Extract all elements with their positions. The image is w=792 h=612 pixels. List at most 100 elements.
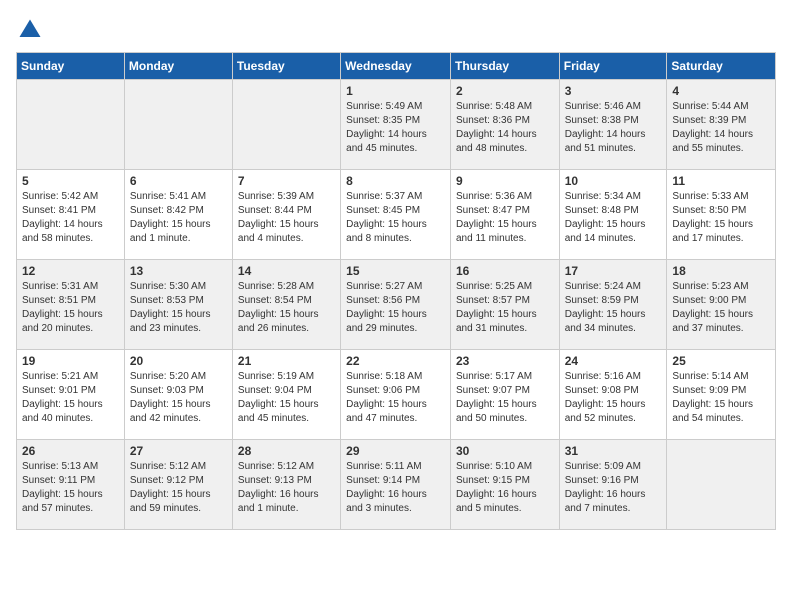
logo-icon <box>16 16 44 44</box>
table-row: 13Sunrise: 5:30 AM Sunset: 8:53 PM Dayli… <box>124 260 232 350</box>
table-row: 20 Sunrise: 5:20 AM Sunset: 9:03 PM Dayli… <box>124 350 232 440</box>
table-row: 30 Sunrise: 5:10 AM Sunset: 9:15 PM Dayli… <box>450 440 559 530</box>
day-content: Sunrise: 5:21 AM Sunset: 9:01 PM Dayligh… <box>22 370 119 426</box>
day-number: 26 <box>22 444 119 458</box>
table-row: 16 Sunrise: 5:25 AM Sunset: 8:57 PM Dayli… <box>450 260 559 350</box>
calendar-table: SundayMondayTuesdayWednesdayThursdayFrid… <box>16 52 776 530</box>
table-row: 18 Sunrise: 5:23 AM Sunset: 9:00 PM Dayli… <box>667 260 776 350</box>
weekday-header-row: SundayMondayTuesdayWednesdayThursdayFrid… <box>17 53 776 80</box>
table-row: 31 Sunrise: 5:09 AM Sunset: 9:16 PM Dayli… <box>559 440 667 530</box>
day-content: Sunrise: 5:28 AM Sunset: 8:54 PM Dayligh… <box>238 280 335 336</box>
day-number: 11 <box>672 174 770 188</box>
day-content: Sunrise: 5:09 AM Sunset: 9:16 PM Dayligh… <box>565 460 662 516</box>
calendar-week-5: 26 Sunrise: 5:13 AM Sunset: 9:11 PM Dayli… <box>17 440 776 530</box>
day-number: 10 <box>565 174 662 188</box>
table-row: 11Sunrise: 5:33 AM Sunset: 8:50 PM Dayli… <box>667 170 776 260</box>
day-number: 6 <box>130 174 227 188</box>
day-content: Sunrise: 5:12 AM Sunset: 9:12 PM Dayligh… <box>130 460 227 516</box>
table-row: 19 Sunrise: 5:21 AM Sunset: 9:01 PM Dayli… <box>17 350 125 440</box>
day-content: Sunrise: 5:14 AM Sunset: 9:09 PM Dayligh… <box>672 370 770 426</box>
day-content: Sunrise: 5:17 AM Sunset: 9:07 PM Dayligh… <box>456 370 554 426</box>
day-number: 31 <box>565 444 662 458</box>
day-content: Sunrise: 5:19 AM Sunset: 9:04 PM Dayligh… <box>238 370 335 426</box>
day-number: 14 <box>238 264 335 278</box>
day-number: 19 <box>22 354 119 368</box>
table-row: 15 Sunrise: 5:27 AM Sunset: 8:56 PM Dayli… <box>341 260 451 350</box>
calendar-week-3: 12 Sunrise: 5:31 AM Sunset: 8:51 PM Dayli… <box>17 260 776 350</box>
day-number: 23 <box>456 354 554 368</box>
day-number: 20 <box>130 354 227 368</box>
day-content: Sunrise: 5:39 AM Sunset: 8:44 PM Dayligh… <box>238 190 335 246</box>
day-number: 18 <box>672 264 770 278</box>
day-number: 25 <box>672 354 770 368</box>
day-content: Sunrise: 5:34 AM Sunset: 8:48 PM Dayligh… <box>565 190 662 246</box>
day-content: Sunrise: 5:12 AM Sunset: 9:13 PM Dayligh… <box>238 460 335 516</box>
day-content: Sunrise: 5:23 AM Sunset: 9:00 PM Dayligh… <box>672 280 770 336</box>
table-row: 10 Sunrise: 5:34 AM Sunset: 8:48 PM Dayli… <box>559 170 667 260</box>
day-content: Sunrise: 5:44 AM Sunset: 8:39 PM Dayligh… <box>672 100 770 156</box>
day-number: 5 <box>22 174 119 188</box>
table-row: 5 Sunrise: 5:42 AM Sunset: 8:41 PM Daylig… <box>17 170 125 260</box>
table-row: 25 Sunrise: 5:14 AM Sunset: 9:09 PM Dayli… <box>667 350 776 440</box>
weekday-header-monday: Monday <box>124 53 232 80</box>
day-content: Sunrise: 5:20 AM Sunset: 9:03 PM Dayligh… <box>130 370 227 426</box>
table-row: 4Sunrise: 5:44 AM Sunset: 8:39 PM Daylig… <box>667 80 776 170</box>
table-row: 14 Sunrise: 5:28 AM Sunset: 8:54 PM Dayli… <box>232 260 340 350</box>
table-row: 7 Sunrise: 5:39 AM Sunset: 8:44 PM Daylig… <box>232 170 340 260</box>
day-content: Sunrise: 5:48 AM Sunset: 8:36 PM Dayligh… <box>456 100 554 156</box>
table-row: 1 Sunrise: 5:49 AM Sunset: 8:35 PM Daylig… <box>341 80 451 170</box>
day-content: Sunrise: 5:41 AM Sunset: 8:42 PM Dayligh… <box>130 190 227 246</box>
table-row: 26 Sunrise: 5:13 AM Sunset: 9:11 PM Dayli… <box>17 440 125 530</box>
weekday-header-sunday: Sunday <box>17 53 125 80</box>
table-row: 17Sunrise: 5:24 AM Sunset: 8:59 PM Dayli… <box>559 260 667 350</box>
logo <box>16 16 48 44</box>
day-content: Sunrise: 5:25 AM Sunset: 8:57 PM Dayligh… <box>456 280 554 336</box>
day-content: Sunrise: 5:37 AM Sunset: 8:45 PM Dayligh… <box>346 190 445 246</box>
day-number: 1 <box>346 84 445 98</box>
day-content: Sunrise: 5:36 AM Sunset: 8:47 PM Dayligh… <box>456 190 554 246</box>
calendar-week-2: 5 Sunrise: 5:42 AM Sunset: 8:41 PM Daylig… <box>17 170 776 260</box>
day-number: 27 <box>130 444 227 458</box>
day-number: 8 <box>346 174 445 188</box>
day-number: 16 <box>456 264 554 278</box>
day-content: Sunrise: 5:16 AM Sunset: 9:08 PM Dayligh… <box>565 370 662 426</box>
table-row: 24 Sunrise: 5:16 AM Sunset: 9:08 PM Dayli… <box>559 350 667 440</box>
day-number: 21 <box>238 354 335 368</box>
table-row: 29 Sunrise: 5:11 AM Sunset: 9:14 PM Dayli… <box>341 440 451 530</box>
day-number: 2 <box>456 84 554 98</box>
calendar-week-1: 1 Sunrise: 5:49 AM Sunset: 8:35 PM Daylig… <box>17 80 776 170</box>
day-number: 7 <box>238 174 335 188</box>
table-row: 28Sunrise: 5:12 AM Sunset: 9:13 PM Dayli… <box>232 440 340 530</box>
page-header <box>16 16 776 44</box>
table-row: 3Sunrise: 5:46 AM Sunset: 8:38 PM Daylig… <box>559 80 667 170</box>
weekday-header-saturday: Saturday <box>667 53 776 80</box>
table-row <box>124 80 232 170</box>
day-content: Sunrise: 5:10 AM Sunset: 9:15 PM Dayligh… <box>456 460 554 516</box>
weekday-header-tuesday: Tuesday <box>232 53 340 80</box>
table-row <box>17 80 125 170</box>
day-number: 29 <box>346 444 445 458</box>
day-content: Sunrise: 5:27 AM Sunset: 8:56 PM Dayligh… <box>346 280 445 336</box>
day-number: 15 <box>346 264 445 278</box>
day-content: Sunrise: 5:46 AM Sunset: 8:38 PM Dayligh… <box>565 100 662 156</box>
day-number: 30 <box>456 444 554 458</box>
table-row: 12 Sunrise: 5:31 AM Sunset: 8:51 PM Dayli… <box>17 260 125 350</box>
day-content: Sunrise: 5:13 AM Sunset: 9:11 PM Dayligh… <box>22 460 119 516</box>
table-row: 22Sunrise: 5:18 AM Sunset: 9:06 PM Dayli… <box>341 350 451 440</box>
calendar-body: 1 Sunrise: 5:49 AM Sunset: 8:35 PM Daylig… <box>17 80 776 530</box>
table-row: 8 Sunrise: 5:37 AM Sunset: 8:45 PM Daylig… <box>341 170 451 260</box>
weekday-header-friday: Friday <box>559 53 667 80</box>
table-row: 23 Sunrise: 5:17 AM Sunset: 9:07 PM Dayli… <box>450 350 559 440</box>
day-content: Sunrise: 5:24 AM Sunset: 8:59 PM Dayligh… <box>565 280 662 336</box>
day-number: 9 <box>456 174 554 188</box>
calendar-week-4: 19 Sunrise: 5:21 AM Sunset: 9:01 PM Dayli… <box>17 350 776 440</box>
day-content: Sunrise: 5:49 AM Sunset: 8:35 PM Dayligh… <box>346 100 445 156</box>
day-content: Sunrise: 5:31 AM Sunset: 8:51 PM Dayligh… <box>22 280 119 336</box>
table-row <box>667 440 776 530</box>
day-number: 24 <box>565 354 662 368</box>
day-number: 22 <box>346 354 445 368</box>
day-content: Sunrise: 5:42 AM Sunset: 8:41 PM Dayligh… <box>22 190 119 246</box>
day-number: 12 <box>22 264 119 278</box>
table-row <box>232 80 340 170</box>
day-content: Sunrise: 5:11 AM Sunset: 9:14 PM Dayligh… <box>346 460 445 516</box>
